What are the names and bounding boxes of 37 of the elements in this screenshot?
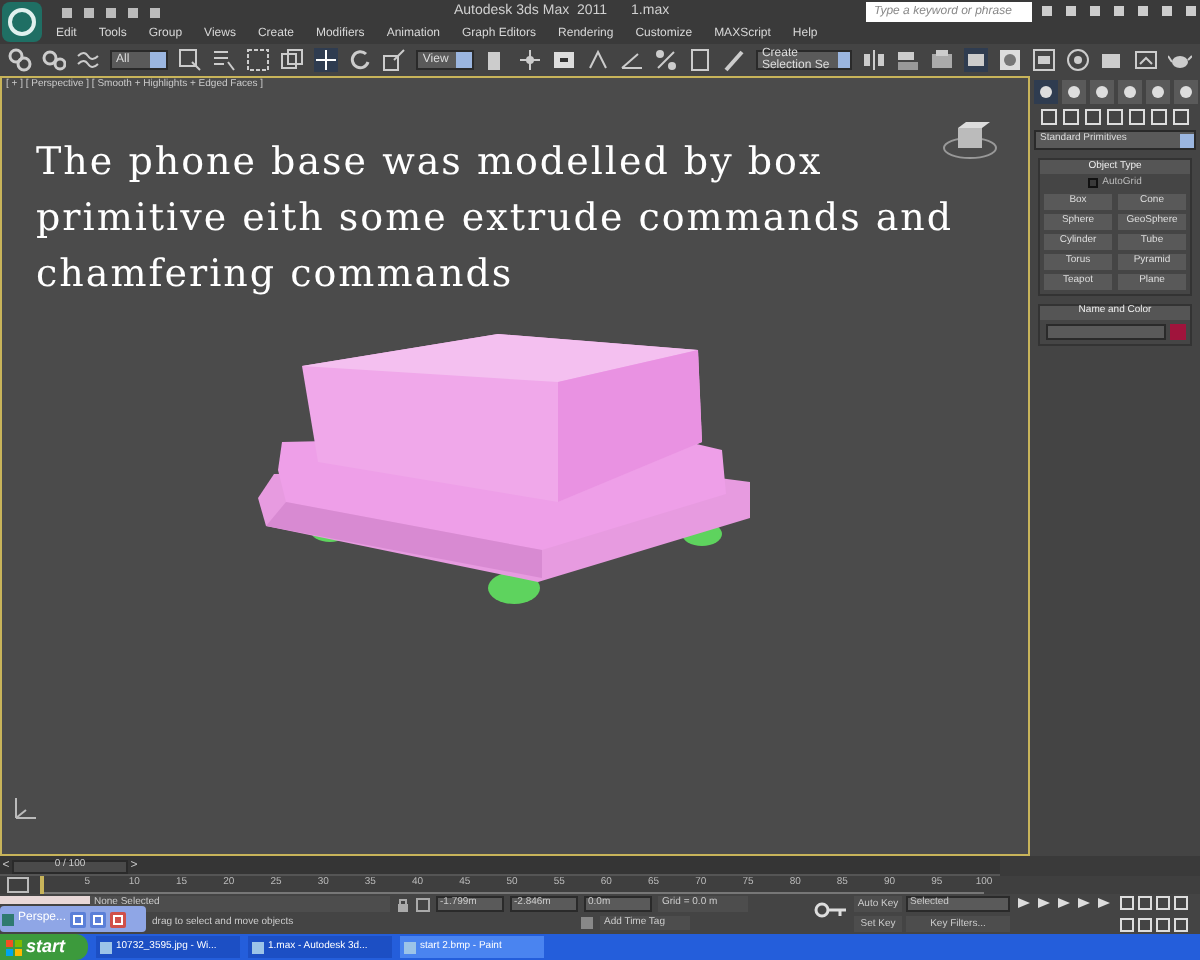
unlink-icon[interactable] xyxy=(42,48,66,72)
rectangle-selection-icon[interactable] xyxy=(246,48,271,72)
mirror-icon[interactable] xyxy=(862,48,886,72)
app-logo-icon[interactable] xyxy=(0,0,44,44)
viewcube-icon[interactable] xyxy=(942,118,998,162)
window-icon xyxy=(2,913,14,925)
align-icon[interactable] xyxy=(896,48,920,72)
absolute-mode-icon[interactable] xyxy=(416,897,430,911)
scale-icon[interactable] xyxy=(382,48,407,72)
percent-snap-icon[interactable] xyxy=(653,48,678,72)
manipulate-icon[interactable] xyxy=(517,48,542,72)
angle-snap-icon[interactable] xyxy=(619,48,644,72)
select-object-icon[interactable] xyxy=(178,48,203,72)
layer-manager-icon[interactable] xyxy=(930,48,954,72)
rotate-icon[interactable] xyxy=(348,48,373,72)
name-field[interactable] xyxy=(1045,323,1165,339)
render-frame-icon[interactable] xyxy=(1134,48,1158,72)
app-icon[interactable] xyxy=(252,941,264,953)
app-icon[interactable] xyxy=(100,941,112,953)
material-editor-icon[interactable] xyxy=(998,48,1022,72)
axis-tripod-icon xyxy=(10,794,38,822)
link-icon[interactable] xyxy=(8,48,32,72)
start-button[interactable]: start xyxy=(0,934,88,960)
create-icon[interactable] xyxy=(1033,80,1057,104)
lock-icon[interactable] xyxy=(396,897,410,911)
wave-icon[interactable] xyxy=(76,48,100,72)
color-swatch[interactable] xyxy=(1169,323,1185,339)
move-icon[interactable] xyxy=(314,48,339,72)
annotation-text: The phone base was modelled by box primitive eith some extrude commands and chamfering commands xyxy=(36,138,956,300)
edit-selection-icon[interactable] xyxy=(721,48,746,72)
snap-icon[interactable] xyxy=(585,48,610,72)
schematic-view-icon[interactable] xyxy=(964,48,988,72)
render-setup-icon[interactable] xyxy=(1032,48,1056,72)
autogrid-checkbox[interactable] xyxy=(1088,178,1099,189)
select-by-name-icon[interactable] xyxy=(212,48,237,72)
rendered-frame-icon[interactable] xyxy=(1066,48,1090,72)
window-crossing-icon[interactable] xyxy=(280,48,305,72)
